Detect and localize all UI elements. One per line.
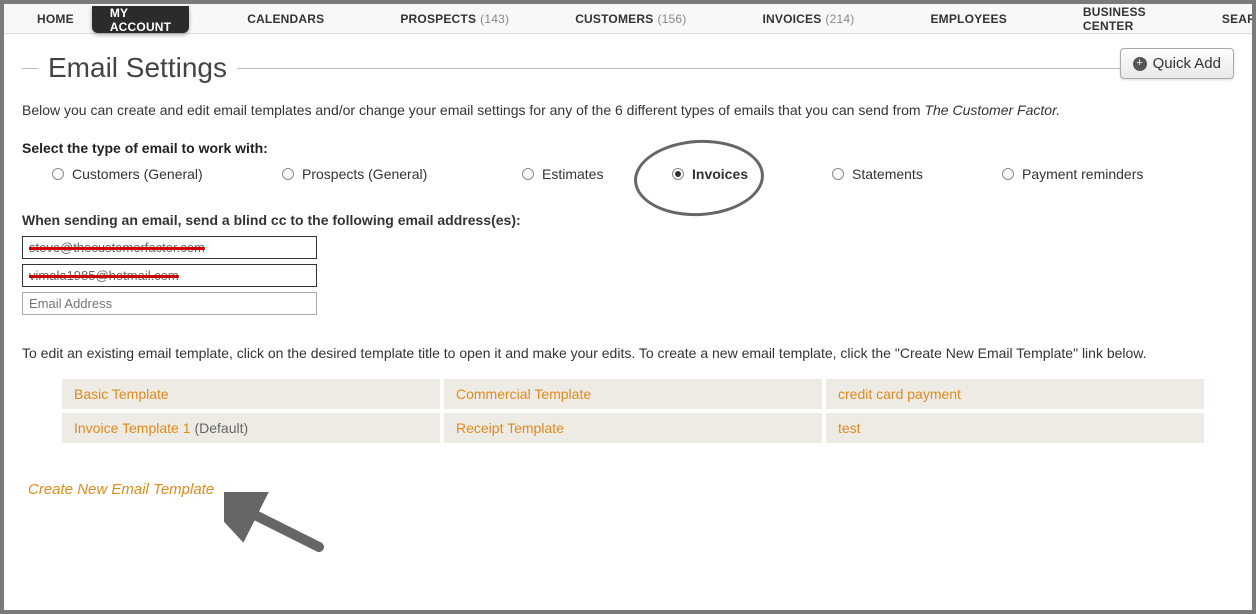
template-link[interactable]: Basic Template <box>74 386 169 402</box>
app-frame: HOME MY ACCOUNT CALENDARS PROSPECTS (143)… <box>4 4 1252 610</box>
radio-statements[interactable]: Statements <box>832 166 1002 182</box>
template-basic[interactable]: Basic Template <box>62 379 440 409</box>
template-link[interactable]: credit card payment <box>838 386 961 402</box>
radio-prospects-general[interactable]: Prospects (General) <box>282 166 522 182</box>
radio-payment-reminders[interactable]: Payment reminders <box>1002 166 1172 182</box>
template-commercial[interactable]: Commercial Template <box>444 379 822 409</box>
template-invoice-1[interactable]: Invoice Template 1(Default) <box>62 413 440 443</box>
title-row: Email Settings <box>22 52 1234 84</box>
nav-calendars[interactable]: CALENDARS <box>229 4 342 33</box>
nav-label: BUSINESS CENTER <box>1083 5 1146 33</box>
bcc-email-input-3[interactable] <box>22 292 317 315</box>
nav-count: (214) <box>825 12 854 26</box>
bcc-email-input-2[interactable] <box>22 264 317 287</box>
radio-customers-general[interactable]: Customers (General) <box>52 166 282 182</box>
template-credit-card[interactable]: credit card payment <box>826 379 1204 409</box>
radio-label: Estimates <box>542 166 603 182</box>
email-type-radios: Customers (General) Prospects (General) … <box>22 166 1234 182</box>
plus-icon: + <box>1133 57 1147 71</box>
template-link[interactable]: Receipt Template <box>456 420 564 436</box>
top-nav: HOME MY ACCOUNT CALENDARS PROSPECTS (143)… <box>4 4 1252 34</box>
page-title: Email Settings <box>48 52 227 84</box>
divider <box>237 68 1234 69</box>
divider <box>22 68 38 69</box>
template-receipt[interactable]: Receipt Template <box>444 413 822 443</box>
radio-icon <box>282 168 294 180</box>
radio-estimates[interactable]: Estimates <box>522 166 672 182</box>
nav-home[interactable]: HOME <box>19 4 92 33</box>
nav-label: CALENDARS <box>247 12 324 26</box>
nav-count: (156) <box>657 12 686 26</box>
intro-body: Below you can create and edit email temp… <box>22 102 924 118</box>
quick-add-label: Quick Add <box>1153 55 1221 72</box>
nav-label: PROSPECTS <box>400 12 476 26</box>
brand-name: The Customer Factor. <box>924 102 1060 118</box>
template-grid: Basic Template Commercial Template credi… <box>62 379 1204 443</box>
nav-label: CUSTOMERS <box>575 12 653 26</box>
nav-employees[interactable]: EMPLOYEES <box>912 4 1024 33</box>
select-type-label: Select the type of email to work with: <box>22 140 1234 156</box>
template-test[interactable]: test <box>826 413 1204 443</box>
template-link[interactable]: Invoice Template 1 <box>74 420 190 436</box>
radio-icon <box>522 168 534 180</box>
radio-invoices[interactable]: Invoices <box>672 166 832 182</box>
arrow-annotation-icon <box>224 492 344 562</box>
radio-icon <box>672 168 684 180</box>
radio-icon <box>52 168 64 180</box>
quick-add-button[interactable]: + Quick Add <box>1120 48 1234 79</box>
nav-customers[interactable]: CUSTOMERS (156) <box>557 4 704 33</box>
bcc-inputs <box>22 236 1234 315</box>
radio-label: Invoices <box>692 166 748 182</box>
nav-count: (143) <box>480 12 509 26</box>
template-suffix: (Default) <box>194 420 248 436</box>
nav-search[interactable]: SEARCH <box>1204 4 1252 33</box>
nav-label: MY ACCOUNT <box>110 6 171 34</box>
nav-my-account[interactable]: MY ACCOUNT <box>92 6 189 33</box>
radio-label: Payment reminders <box>1022 166 1143 182</box>
nav-business-center[interactable]: BUSINESS CENTER <box>1065 4 1164 33</box>
nav-invoices[interactable]: INVOICES (214) <box>744 4 872 33</box>
nav-label: SEARCH <box>1222 12 1252 26</box>
content-area: + Quick Add Email Settings Below you can… <box>4 34 1252 498</box>
radio-label: Customers (General) <box>72 166 203 182</box>
nav-label: INVOICES <box>762 12 821 26</box>
nav-prospects[interactable]: PROSPECTS (143) <box>382 4 527 33</box>
template-link[interactable]: Commercial Template <box>456 386 591 402</box>
bcc-label: When sending an email, send a blind cc t… <box>22 212 1234 228</box>
radio-icon <box>832 168 844 180</box>
nav-label: HOME <box>37 12 74 26</box>
bcc-email-input-1[interactable] <box>22 236 317 259</box>
template-note: To edit an existing email template, clic… <box>22 345 1234 361</box>
radio-label: Prospects (General) <box>302 166 427 182</box>
radio-icon <box>1002 168 1014 180</box>
create-new-email-template-link[interactable]: Create New Email Template <box>28 481 214 498</box>
nav-label: EMPLOYEES <box>930 12 1006 26</box>
radio-label: Statements <box>852 166 923 182</box>
template-link[interactable]: test <box>838 420 861 436</box>
intro-text: Below you can create and edit email temp… <box>22 102 1234 118</box>
